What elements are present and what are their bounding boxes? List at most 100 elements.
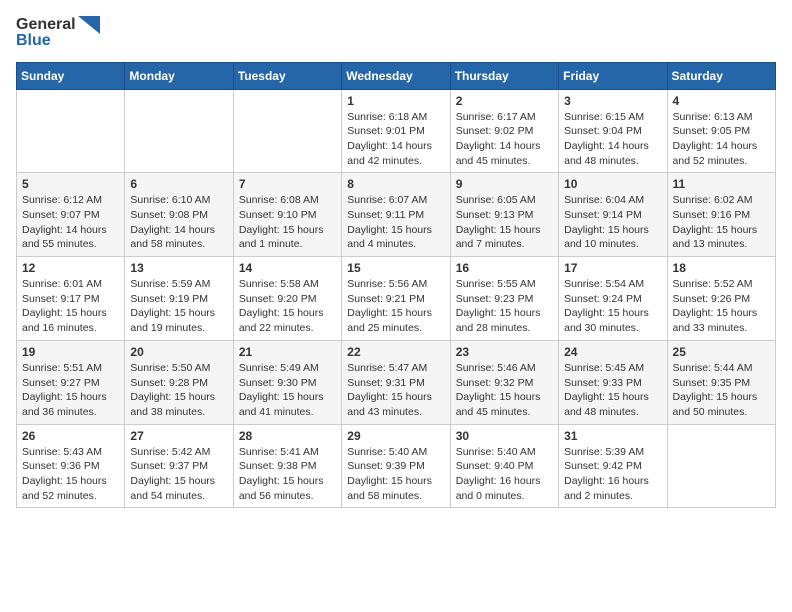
day-info: Sunrise: 6:04 AMSunset: 9:14 PMDaylight:… [564,193,661,252]
calendar-day-cell: 28 Sunrise: 5:41 AMSunset: 9:38 PMDayligh… [233,424,341,508]
day-info: Sunrise: 5:41 AMSunset: 9:38 PMDaylight:… [239,445,336,504]
calendar-day-cell: 26Sunrise: 5:43 AMSunset: 9:36 PMDayligh… [17,424,125,508]
calendar-day-cell: 31Sunrise: 5:39 AMSunset: 9:42 PMDayligh… [559,424,667,508]
calendar-day-cell [125,89,233,173]
day-number: 31 [564,429,661,443]
calendar-day-cell: 3 Sunrise: 6:15 AMSunset: 9:04 PMDaylight… [559,89,667,173]
calendar-day-cell: 17 Sunrise: 5:54 AMSunset: 9:24 PMDayligh… [559,257,667,341]
day-info: Sunrise: 5:56 AMSunset: 9:21 PMDaylight:… [347,277,444,336]
day-info: Sunrise: 5:51 AMSunset: 9:27 PMDaylight:… [22,361,119,420]
logo-blue-text: Blue [16,32,51,50]
day-info: Sunrise: 5:47 AMSunset: 9:31 PMDaylight:… [347,361,444,420]
day-number: 10 [564,177,661,191]
day-number: 22 [347,345,444,359]
logo-arrow-icon [78,16,100,34]
day-number: 8 [347,177,444,191]
day-number: 2 [456,94,553,108]
day-number: 6 [130,177,227,191]
calendar-day-cell: 23 Sunrise: 5:46 AMSunset: 9:32 PMDayligh… [450,340,558,424]
calendar-day-cell: 22 Sunrise: 5:47 AMSunset: 9:31 PMDayligh… [342,340,450,424]
day-info: Sunrise: 6:10 AMSunset: 9:08 PMDaylight:… [130,193,227,252]
day-info: Sunrise: 6:08 AMSunset: 9:10 PMDaylight:… [239,193,336,252]
day-info: Sunrise: 6:01 AMSunset: 9:17 PMDaylight:… [22,277,119,336]
day-info: Sunrise: 5:55 AMSunset: 9:23 PMDaylight:… [456,277,553,336]
day-number: 27 [130,429,227,443]
day-number: 18 [673,261,770,275]
calendar-day-cell: 11Sunrise: 6:02 AMSunset: 9:16 PMDayligh… [667,173,775,257]
calendar-day-cell: 14 Sunrise: 5:58 AMSunset: 9:20 PMDayligh… [233,257,341,341]
day-info: Sunrise: 5:54 AMSunset: 9:24 PMDaylight:… [564,277,661,336]
day-number: 20 [130,345,227,359]
day-info: Sunrise: 5:40 AMSunset: 9:39 PMDaylight:… [347,445,444,504]
day-number: 1 [347,94,444,108]
day-number: 17 [564,261,661,275]
weekday-header-row: SundayMondayTuesdayWednesdayThursdayFrid… [17,62,776,89]
calendar-day-cell: 7 Sunrise: 6:08 AMSunset: 9:10 PMDaylight… [233,173,341,257]
day-info: Sunrise: 6:07 AMSunset: 9:11 PMDaylight:… [347,193,444,252]
calendar-week-row: 19 Sunrise: 5:51 AMSunset: 9:27 PMDayligh… [17,340,776,424]
calendar-day-cell: 19 Sunrise: 5:51 AMSunset: 9:27 PMDayligh… [17,340,125,424]
day-number: 9 [456,177,553,191]
calendar-day-cell [667,424,775,508]
weekday-header-tuesday: Tuesday [233,62,341,89]
day-info: Sunrise: 5:59 AMSunset: 9:19 PMDaylight:… [130,277,227,336]
calendar-day-cell: 25 Sunrise: 5:44 AMSunset: 9:35 PMDayligh… [667,340,775,424]
calendar-day-cell: 9Sunrise: 6:05 AMSunset: 9:13 PMDaylight… [450,173,558,257]
day-number: 3 [564,94,661,108]
day-info: Sunrise: 5:40 AMSunset: 9:40 PMDaylight:… [456,445,553,504]
calendar-day-cell: 1 Sunrise: 6:18 AMSunset: 9:01 PMDaylight… [342,89,450,173]
calendar-day-cell: 8 Sunrise: 6:07 AMSunset: 9:11 PMDaylight… [342,173,450,257]
calendar-day-cell: 20Sunrise: 5:50 AMSunset: 9:28 PMDayligh… [125,340,233,424]
day-number: 4 [673,94,770,108]
calendar-day-cell: 6 Sunrise: 6:10 AMSunset: 9:08 PMDaylight… [125,173,233,257]
calendar-day-cell: 5Sunrise: 6:12 AMSunset: 9:07 PMDaylight… [17,173,125,257]
calendar-day-cell: 21 Sunrise: 5:49 AMSunset: 9:30 PMDayligh… [233,340,341,424]
weekday-header-friday: Friday [559,62,667,89]
day-number: 16 [456,261,553,275]
day-number: 26 [22,429,119,443]
day-number: 5 [22,177,119,191]
day-info: Sunrise: 5:44 AMSunset: 9:35 PMDaylight:… [673,361,770,420]
day-number: 23 [456,345,553,359]
calendar-day-cell: 10 Sunrise: 6:04 AMSunset: 9:14 PMDayligh… [559,173,667,257]
logo: General Blue [16,16,100,50]
day-info: Sunrise: 5:46 AMSunset: 9:32 PMDaylight:… [456,361,553,420]
day-info: Sunrise: 5:58 AMSunset: 9:20 PMDaylight:… [239,277,336,336]
calendar-day-cell: 24Sunrise: 5:45 AMSunset: 9:33 PMDayligh… [559,340,667,424]
day-info: Sunrise: 6:02 AMSunset: 9:16 PMDaylight:… [673,193,770,252]
calendar-day-cell [17,89,125,173]
calendar-day-cell: 18 Sunrise: 5:52 AMSunset: 9:26 PMDayligh… [667,257,775,341]
calendar-day-cell: 4 Sunrise: 6:13 AMSunset: 9:05 PMDaylight… [667,89,775,173]
calendar-day-cell: 30 Sunrise: 5:40 AMSunset: 9:40 PMDayligh… [450,424,558,508]
day-number: 14 [239,261,336,275]
calendar-week-row: 1 Sunrise: 6:18 AMSunset: 9:01 PMDaylight… [17,89,776,173]
calendar-week-row: 12 Sunrise: 6:01 AMSunset: 9:17 PMDayligh… [17,257,776,341]
day-number: 28 [239,429,336,443]
calendar-day-cell [233,89,341,173]
calendar-week-row: 26Sunrise: 5:43 AMSunset: 9:36 PMDayligh… [17,424,776,508]
weekday-header-sunday: Sunday [17,62,125,89]
calendar-day-cell: 27Sunrise: 5:42 AMSunset: 9:37 PMDayligh… [125,424,233,508]
weekday-header-monday: Monday [125,62,233,89]
day-number: 19 [22,345,119,359]
page-header: General Blue [16,16,776,50]
day-number: 30 [456,429,553,443]
calendar-day-cell: 29 Sunrise: 5:40 AMSunset: 9:39 PMDayligh… [342,424,450,508]
calendar-week-row: 5Sunrise: 6:12 AMSunset: 9:07 PMDaylight… [17,173,776,257]
day-number: 7 [239,177,336,191]
day-number: 25 [673,345,770,359]
day-info: Sunrise: 6:18 AMSunset: 9:01 PMDaylight:… [347,110,444,169]
day-info: Sunrise: 6:13 AMSunset: 9:05 PMDaylight:… [673,110,770,169]
day-number: 13 [130,261,227,275]
day-number: 24 [564,345,661,359]
calendar-table: SundayMondayTuesdayWednesdayThursdayFrid… [16,62,776,509]
day-number: 21 [239,345,336,359]
calendar-day-cell: 15 Sunrise: 5:56 AMSunset: 9:21 PMDayligh… [342,257,450,341]
day-info: Sunrise: 6:15 AMSunset: 9:04 PMDaylight:… [564,110,661,169]
day-number: 15 [347,261,444,275]
day-number: 12 [22,261,119,275]
day-info: Sunrise: 5:52 AMSunset: 9:26 PMDaylight:… [673,277,770,336]
day-number: 29 [347,429,444,443]
day-info: Sunrise: 5:49 AMSunset: 9:30 PMDaylight:… [239,361,336,420]
logo-container: General Blue [16,16,100,50]
